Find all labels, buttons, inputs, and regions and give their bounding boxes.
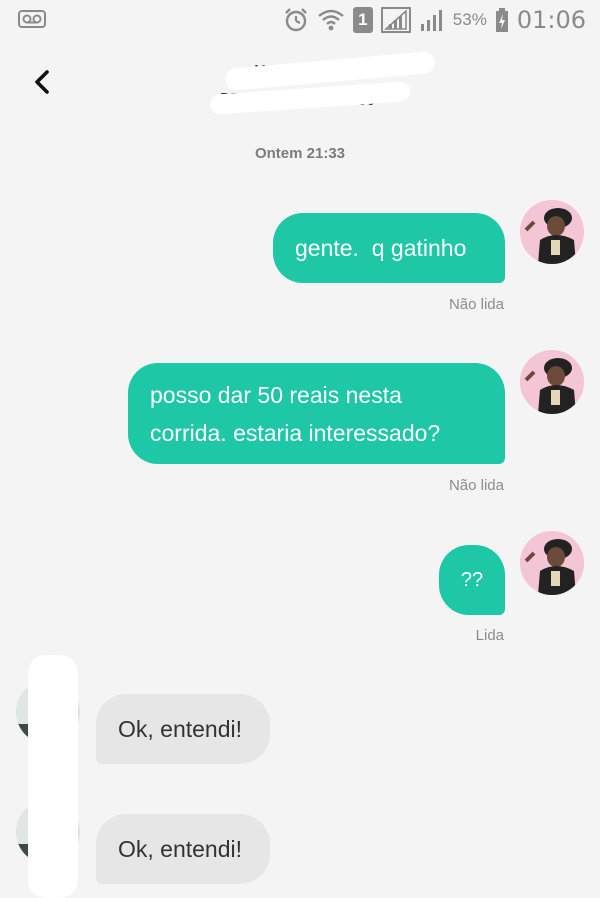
redaction-scribble — [28, 655, 78, 898]
sim-icon: 1 — [352, 7, 373, 33]
chat-header: V PR 06 — [0, 40, 600, 120]
message-text: Ok, entendi! — [118, 716, 243, 742]
avatar[interactable] — [520, 200, 584, 264]
user-photo — [520, 200, 584, 264]
signal-icon — [380, 7, 411, 33]
date-separator: Ontem 21:33 — [254, 145, 346, 162]
message-text: gente. q gatinho — [295, 235, 467, 261]
status-bar: 1 53% 01:06 — [0, 0, 600, 40]
message-text-line-2: corrida. estaria interessado? — [150, 419, 441, 446]
wifi-icon — [318, 9, 344, 31]
message-text-line-1: posso dar 50 reais nesta — [150, 381, 402, 408]
outgoing-message[interactable]: posso dar 50 reais nesta corrida. estari… — [128, 363, 505, 464]
back-button[interactable] — [22, 62, 62, 102]
chevron-left-icon — [35, 70, 49, 94]
voicemail-icon — [18, 10, 46, 28]
signal-icon — [420, 10, 442, 31]
outgoing-message[interactable]: gente. q gatinho — [273, 213, 505, 283]
user-photo — [520, 350, 584, 414]
read-status: Não lida — [448, 477, 504, 494]
alarm-icon — [284, 8, 307, 32]
user-photo — [520, 531, 584, 595]
avatar[interactable] — [520, 531, 584, 595]
incoming-message[interactable]: Ok, entendi! — [96, 694, 270, 764]
incoming-message[interactable]: Ok, entendi! — [96, 814, 270, 884]
message-text: Ok, entendi! — [118, 836, 243, 862]
avatar[interactable] — [520, 350, 584, 414]
message-text: ?? — [460, 569, 484, 591]
battery-icon — [495, 8, 508, 32]
status-time: 01:06 — [516, 6, 586, 34]
read-status: Lida — [475, 627, 504, 644]
battery-percent: 53% — [452, 10, 487, 29]
outgoing-message[interactable]: ?? — [439, 545, 505, 615]
read-status: Não lida — [448, 296, 504, 313]
